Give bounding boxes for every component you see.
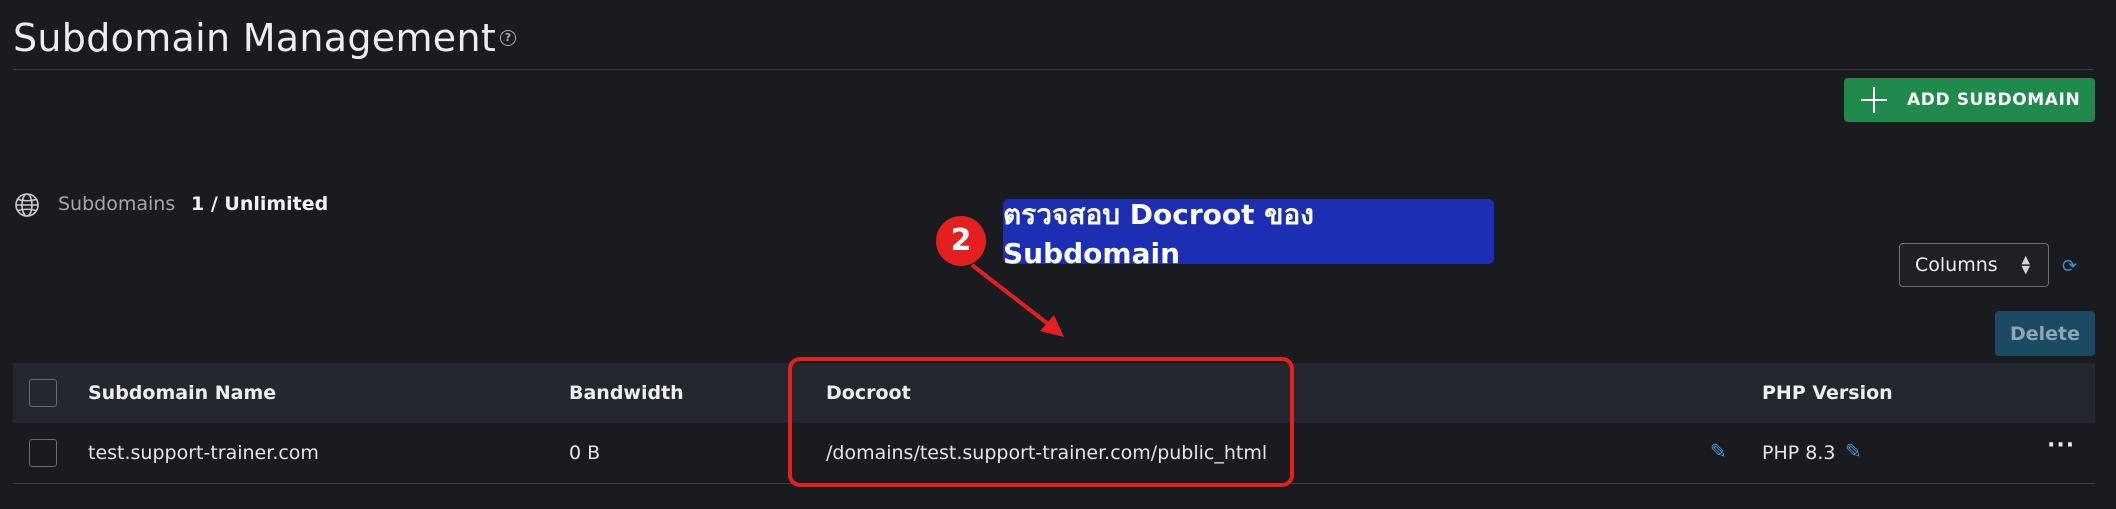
refresh-icon[interactable]: ⟳	[2062, 256, 2077, 277]
docroot-highlight-box	[788, 357, 1294, 487]
column-header-subdomain-name[interactable]: Subdomain Name	[88, 381, 276, 405]
annotation-arrow-icon	[970, 263, 1064, 337]
title-divider	[13, 69, 2093, 70]
subdomains-label: Subdomains	[58, 193, 176, 215]
subdomains-count: 1 / Unlimited	[191, 193, 329, 215]
subdomain-name-cell[interactable]: test.support-trainer.com	[88, 441, 319, 465]
add-subdomain-label: ADD SUBDOMAIN	[1907, 90, 2081, 110]
page-title: Subdomain Management	[13, 16, 497, 60]
chevron-updown-icon: ▲ ▼	[2021, 253, 2030, 276]
column-header-php-version[interactable]: PHP Version	[1762, 381, 1893, 405]
columns-select[interactable]: Columns ▲ ▼	[1899, 243, 2049, 287]
bandwidth-cell: 0 B	[569, 442, 601, 464]
help-icon[interactable]: ?	[500, 30, 516, 46]
row-checkbox[interactable]	[29, 439, 57, 467]
add-subdomain-button[interactable]: ADD SUBDOMAIN	[1844, 78, 2095, 122]
edit-php-version-pencil-icon[interactable]: ✎	[1845, 439, 1862, 463]
columns-select-label: Columns	[1915, 254, 1998, 276]
plus-icon	[1861, 87, 1887, 113]
edit-docroot-pencil-icon[interactable]: ✎	[1710, 439, 1727, 463]
globe-icon	[14, 192, 40, 222]
delete-button[interactable]: Delete	[1995, 311, 2095, 356]
php-version-cell: PHP 8.3	[1762, 442, 1836, 464]
column-header-bandwidth[interactable]: Bandwidth	[569, 381, 684, 405]
more-actions-icon[interactable]: ···	[2047, 433, 2075, 458]
select-all-checkbox[interactable]	[29, 379, 57, 407]
